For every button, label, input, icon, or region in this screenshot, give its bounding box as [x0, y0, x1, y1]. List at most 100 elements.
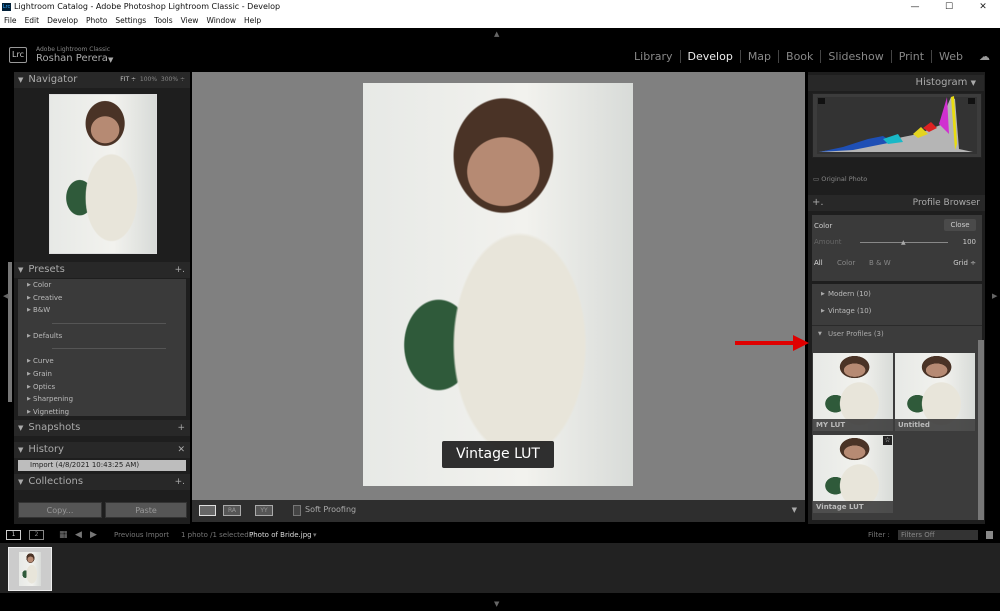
original-photo-toggle[interactable]: ▭ Original Photo — [813, 175, 867, 183]
navigator-header[interactable]: ▼ Navigator FIT ÷ 100% 300% ÷ — [14, 72, 190, 88]
preset-group[interactable]: Defaults — [18, 330, 186, 343]
profile-thumbnail[interactable]: MY LUT — [813, 353, 893, 431]
menu-file[interactable]: File — [0, 14, 21, 28]
original-photo-label: Original Photo — [821, 175, 868, 183]
histogram[interactable] — [812, 93, 982, 158]
view-mode-select[interactable]: Grid ÷ — [953, 259, 976, 267]
profile-category[interactable]: Vintage (10) — [812, 305, 982, 318]
preset-group[interactable]: Vignetting — [18, 406, 186, 419]
add-preset-icon[interactable]: +. — [175, 262, 185, 278]
cloud-icon[interactable]: ☁ — [979, 50, 990, 63]
add-collection-icon[interactable]: +. — [175, 474, 185, 490]
module-library[interactable]: Library — [627, 50, 679, 63]
copy-button[interactable]: Copy... — [18, 502, 102, 518]
module-develop[interactable]: Develop — [679, 50, 740, 63]
navigator-preview[interactable] — [49, 94, 157, 254]
filter-bw[interactable]: B & W — [869, 259, 891, 267]
filter-color[interactable]: Color — [837, 259, 855, 267]
profile-thumbnail[interactable]: Vintage LUT ☆ — [813, 435, 893, 513]
back-arrow-icon[interactable]: ◀ — [75, 527, 82, 543]
before-after-split-icon[interactable]: YY — [255, 505, 273, 516]
secondary-window-button[interactable]: 2 — [29, 530, 44, 540]
collapse-top-icon[interactable]: ▲ — [494, 30, 499, 38]
before-after-icon[interactable]: RA — [223, 505, 241, 516]
shadow-clipping-icon[interactable] — [818, 98, 825, 104]
filter-lock-icon[interactable] — [986, 531, 993, 539]
profile-category[interactable]: Modern (10) — [812, 288, 982, 301]
filter-select[interactable]: Filters Off — [898, 530, 978, 540]
collapse-right-icon[interactable]: ▶ — [992, 292, 997, 300]
left-scrollbar[interactable] — [8, 262, 12, 402]
favorite-star-icon[interactable]: ☆ — [883, 436, 892, 445]
menu-view[interactable]: View — [177, 14, 203, 28]
zoom-100[interactable]: 100% — [140, 76, 157, 83]
user-profiles-group[interactable]: ▼ User Profiles (3) — [812, 325, 982, 341]
file-name[interactable]: Photo of Bride.jpg — [249, 527, 312, 543]
preset-group[interactable]: Sharpening — [18, 393, 186, 406]
close-profile-browser-button[interactable]: Close — [944, 219, 976, 231]
module-print[interactable]: Print — [890, 50, 931, 63]
highlight-clipping-icon[interactable] — [968, 98, 975, 104]
forward-arrow-icon[interactable]: ▶ — [90, 527, 97, 543]
chevron-down-icon[interactable]: ▾ — [313, 527, 317, 543]
grid-icon[interactable]: ▦ — [59, 527, 68, 543]
zoom-300[interactable]: 300% ÷ — [161, 76, 185, 83]
menu-edit[interactable]: Edit — [21, 14, 44, 28]
history-header[interactable]: ▼ History ✕ — [14, 442, 190, 458]
window-controls: — ☐ ✕ — [898, 0, 1000, 14]
snapshots-header[interactable]: ▼ Snapshots + — [14, 420, 190, 436]
menu-bar: File Edit Develop Photo Settings Tools View Win… — [0, 14, 1000, 28]
chevron-down-icon[interactable]: ▼ — [108, 56, 113, 64]
right-scrollbar[interactable] — [978, 340, 984, 520]
slider-thumb[interactable]: ▲ — [901, 239, 906, 246]
collapse-filmstrip-icon[interactable]: ▼ — [494, 600, 499, 608]
collections-header[interactable]: ▼ Collections +. — [14, 474, 190, 490]
filmstrip-thumbnail[interactable] — [8, 547, 52, 591]
preset-group[interactable]: Grain — [18, 368, 186, 381]
collapse-left-icon[interactable]: ◀ — [3, 292, 8, 300]
filter-all[interactable]: All — [814, 259, 823, 267]
triangle-down-icon: ▼ — [970, 79, 976, 87]
presets-header[interactable]: ▼ Presets +. — [14, 262, 190, 278]
module-book[interactable]: Book — [778, 50, 820, 63]
toolbar-menu-icon[interactable]: ▼ — [792, 506, 797, 514]
zoom-fit[interactable]: FIT ÷ — [120, 76, 136, 83]
module-web[interactable]: Web — [931, 50, 970, 63]
histogram-header[interactable]: Histogram ▼ — [808, 75, 984, 91]
menu-help[interactable]: Help — [240, 14, 265, 28]
divider — [18, 317, 186, 330]
left-panel: ▼ Navigator FIT ÷ 100% 300% ÷ ▼ Presets +. … — [14, 72, 190, 524]
menu-photo[interactable]: Photo — [82, 14, 111, 28]
menu-settings[interactable]: Settings — [111, 14, 150, 28]
add-profile-icon[interactable]: +. — [812, 197, 824, 208]
module-map[interactable]: Map — [739, 50, 778, 63]
history-item[interactable]: Import (4/8/2021 10:43:25 AM) — [18, 460, 186, 471]
preset-group[interactable]: Curve — [18, 355, 186, 368]
main-photo[interactable] — [363, 83, 633, 486]
soft-proofing-checkbox[interactable] — [293, 505, 301, 516]
user-profiles-label: User Profiles (3) — [828, 330, 884, 339]
source-label[interactable]: Previous Import — [114, 527, 169, 543]
identity-plate[interactable]: Roshan Perera — [36, 53, 108, 64]
menu-develop[interactable]: Develop — [43, 14, 82, 28]
minimize-button[interactable]: — — [898, 0, 932, 14]
preset-group[interactable]: Optics — [18, 381, 186, 394]
add-snapshot-icon[interactable]: + — [177, 420, 185, 436]
menu-tools[interactable]: Tools — [150, 14, 176, 28]
clear-history-icon[interactable]: ✕ — [177, 442, 185, 458]
maximize-button[interactable]: ☐ — [932, 0, 966, 14]
preset-group[interactable]: Color — [18, 279, 186, 292]
triangle-down-icon: ▼ — [18, 266, 24, 274]
preset-group[interactable]: Creative — [18, 292, 186, 305]
menu-window[interactable]: Window — [202, 14, 240, 28]
module-slideshow[interactable]: Slideshow — [820, 50, 890, 63]
primary-window-button[interactable]: 1 — [6, 530, 21, 540]
profile-name: MY LUT — [813, 419, 893, 431]
loupe-view-icon[interactable] — [199, 505, 216, 516]
amount-label: Amount — [814, 238, 842, 246]
paste-button[interactable]: Paste — [105, 502, 187, 518]
close-button[interactable]: ✕ — [966, 0, 1000, 14]
profile-thumbnail[interactable]: Untitled — [895, 353, 975, 431]
profile-name: Vintage LUT — [813, 501, 893, 513]
preset-group[interactable]: B&W — [18, 304, 186, 317]
